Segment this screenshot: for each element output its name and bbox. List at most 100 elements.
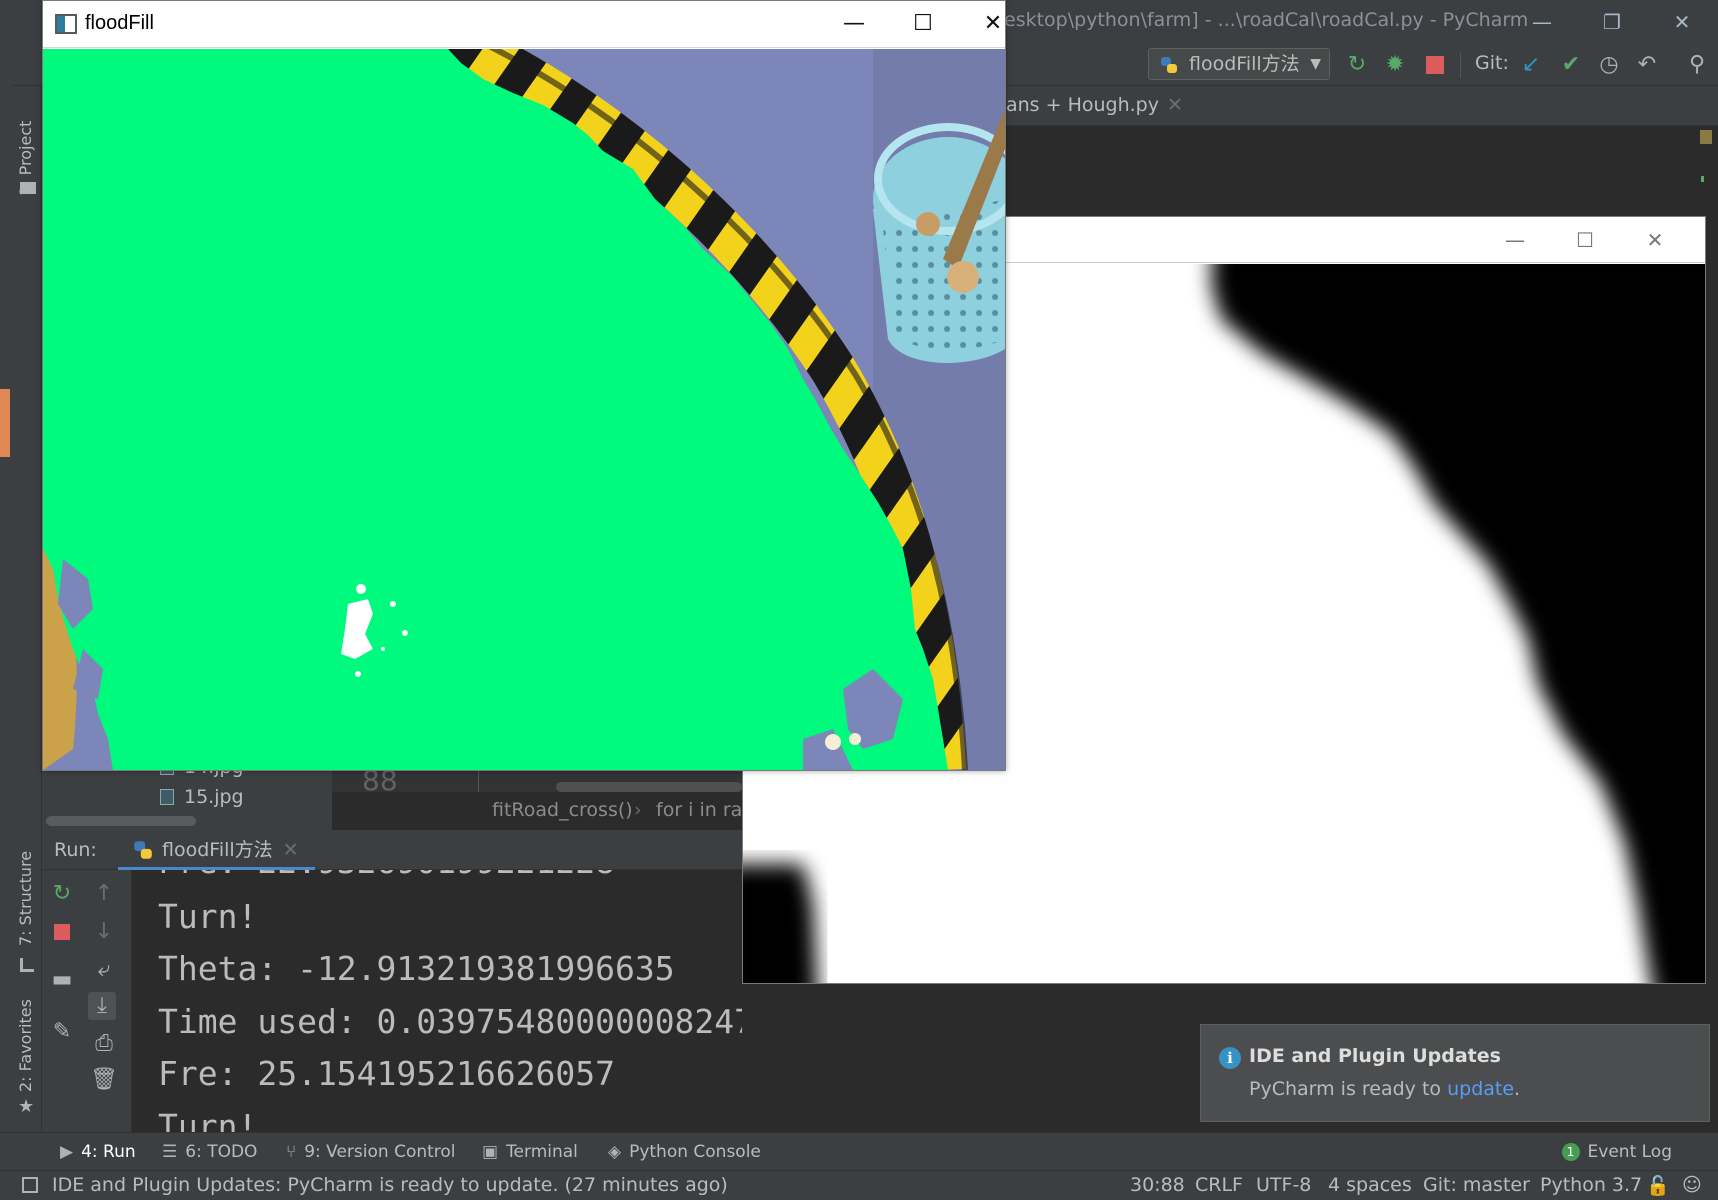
tab-version-control[interactable]: ⑂ 9: Version Control [286,1142,456,1162]
favorites-tool-tab[interactable]: 2: Favorites [16,999,35,1092]
event-log-button[interactable]: 1 Event Log [1561,1142,1672,1162]
breadcrumb-separator: › [634,799,642,821]
tab-run-label: 4: Run [81,1142,136,1162]
run-toolbar: ↻ ↑ ↓ ⤶ ▬ ⤓ ✎ ⎙ 🗑 [42,870,132,1132]
rerun-icon[interactable]: ↻ [1344,52,1370,78]
folder-icon [20,182,36,194]
ide-restore-button[interactable]: ❐ [1592,6,1632,38]
up-arrow-icon[interactable]: ↑ [90,880,118,908]
branch-icon: ⑂ [286,1142,297,1162]
editor-scrollbar[interactable] [556,782,742,792]
floodfill-image [43,49,1005,770]
stop-icon[interactable] [1422,52,1448,78]
maximize-button[interactable]: ☐ [899,5,947,43]
debug-bug-icon[interactable]: ✹ [1382,52,1408,78]
run-console-output[interactable]: Fre: 22.932690199221228 Turn! Theta: -12… [132,870,742,1132]
maximize-button[interactable]: ☐ [1565,223,1605,257]
tab-terminal-label: Terminal [506,1142,578,1162]
git-commit-check-icon[interactable]: ✔ [1558,52,1584,78]
down-arrow-icon[interactable]: ↓ [90,918,118,946]
editor-tab-label: ans + Hough.py [1006,94,1159,116]
soft-wrap-icon[interactable]: ⤶ [90,956,118,984]
notification-title: IDE and Plugin Updates [1249,1045,1501,1067]
rerun-icon[interactable]: ↻ [48,880,76,908]
play-icon: ▶ [60,1142,74,1162]
python-icon: ◈ [608,1142,622,1162]
floodfill-window[interactable]: floodFill — ☐ ✕ [42,0,1006,771]
status-message[interactable]: IDE and Plugin Updates: PyCharm is ready… [52,1174,728,1196]
tab-todo[interactable]: ☰ 6: TODO [162,1142,257,1162]
structure-icon [20,958,34,972]
scroll-to-end-icon[interactable]: ⤓ [88,992,116,1020]
status-caret-position[interactable]: 30:88 [1130,1174,1185,1196]
layout-icon[interactable]: ▬ [48,966,76,994]
stop-icon[interactable] [48,918,76,946]
tab-python-console-label: Python Console [629,1142,761,1162]
update-notification[interactable]: i IDE and Plugin Updates PyCharm is read… [1200,1024,1710,1122]
search-icon[interactable]: ⚲ [1684,52,1710,78]
tool-window-tabs: ▶ 4: Run ☰ 6: TODO ⑂ 9: Version Control ▣ Te… [0,1132,1718,1170]
status-bar: IDE and Plugin Updates: PyCharm is ready… [0,1170,1718,1200]
lock-icon[interactable]: 🔓 [1646,1174,1670,1197]
status-indent[interactable]: 4 spaces [1328,1174,1412,1196]
editor-change-marker [1701,176,1704,182]
trash-icon[interactable]: 🗑 [90,1066,118,1094]
close-button[interactable]: ✕ [1635,223,1675,257]
update-link[interactable]: update [1447,1078,1514,1100]
close-button[interactable]: ✕ [969,5,1017,43]
close-icon[interactable]: ✕ [283,839,299,861]
horizontal-scrollbar[interactable] [46,816,196,826]
status-toggle-icon[interactable] [22,1177,38,1193]
console-line: Turn! [158,1107,258,1132]
console-line: Time used: 0.03975480000008247 [158,1002,742,1041]
pin-icon[interactable]: ✎ [48,1018,76,1046]
tab-python-console[interactable]: ◈ Python Console [608,1142,761,1162]
desktop: esktop\python\farm] - ...\roadCal\roadCa… [0,0,1718,1200]
tab-terminal[interactable]: ▣ Terminal [482,1142,578,1162]
breadcrumb-item[interactable]: fitRoad_cross() [492,799,633,821]
floodfill-title-bar[interactable]: floodFill — ☐ ✕ [43,1,1005,48]
console-line: Fre: 22.932690199221228 [158,870,615,881]
breadcrumb-item[interactable]: for i in ran [656,799,754,821]
terminal-icon: ▣ [482,1142,499,1162]
project-file-name: 15.jpg [184,786,244,808]
ide-minimize-button[interactable]: — [1522,6,1562,38]
status-line-separator[interactable]: CRLF [1195,1174,1243,1196]
tool-window-rail: 1: Project 7: Structure 2: Favorites ★ [12,86,42,1166]
event-count-badge: 1 [1561,1143,1580,1161]
run-configuration-select[interactable]: floodFill方法 ▼ [1148,48,1330,80]
run-tab[interactable]: floodFill方法 ✕ [118,830,315,870]
status-encoding[interactable]: UTF-8 [1256,1174,1311,1196]
console-line: Theta: -12.913219381996635 [158,949,675,988]
minimize-button[interactable]: — [830,5,878,43]
structure-tool-tab[interactable]: 7: Structure [16,851,35,946]
notification-text: PyCharm is ready to [1249,1078,1448,1100]
tab-run[interactable]: ▶ 4: Run [60,1142,136,1162]
console-line: Fre: 25.154195216626057 [158,1054,615,1093]
floodfill-window-title: floodFill [85,12,154,34]
python-icon [1161,57,1177,73]
run-panel-label: Run: [54,839,97,861]
git-update-icon[interactable]: ↙ [1518,52,1544,78]
ide-close-button[interactable]: ✕ [1662,6,1702,38]
git-label: Git: [1475,52,1509,74]
inspector-icon[interactable]: ☺ [1682,1174,1702,1196]
info-icon: i [1219,1047,1241,1069]
minimize-button[interactable]: — [1495,223,1535,257]
rollback-icon[interactable]: ↶ [1634,52,1660,78]
close-icon[interactable]: ✕ [1167,94,1183,116]
ide-window-title: esktop\python\farm] - ...\roadCal\roadCa… [1004,9,1529,31]
editor-tab[interactable]: ans + Hough.py ✕ [1006,94,1183,116]
breadcrumb: fitRoad_cross() › for i in ran [332,792,754,830]
run-configuration-label: floodFill方法 [1189,53,1300,75]
project-file-item[interactable]: 15.jpg [160,786,244,808]
status-git-branch[interactable]: Git: master [1423,1174,1530,1196]
notification-suffix: . [1514,1078,1521,1100]
print-icon[interactable]: ⎙ [90,1030,118,1058]
history-clock-icon[interactable]: ◷ [1596,52,1622,78]
status-interpreter[interactable]: Python 3.7 [1540,1174,1642,1196]
left-edge-strip [0,44,12,1200]
orange-marker [0,389,10,457]
code-editor[interactable] [1000,126,1718,216]
app-icon [55,14,77,34]
